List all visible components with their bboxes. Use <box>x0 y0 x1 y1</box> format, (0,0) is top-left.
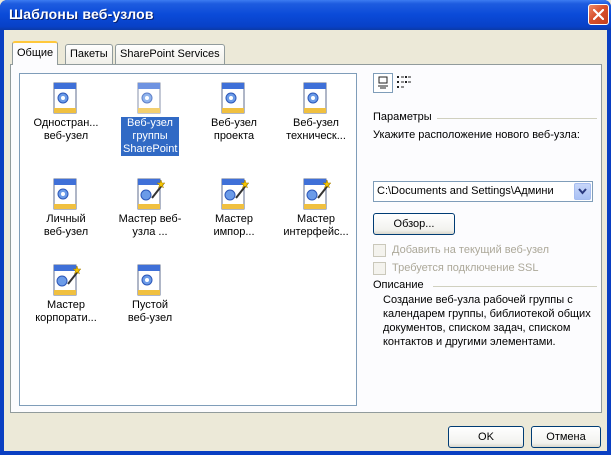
template-item[interactable]: Веб-узел проекта <box>192 82 276 143</box>
template-item[interactable]: Одностран... веб-узел <box>24 82 108 143</box>
wizard-icon <box>53 264 82 296</box>
template-item[interactable]: Пустой веб-узел <box>108 264 192 325</box>
page-icon <box>221 82 245 114</box>
wizard-icon <box>303 178 332 210</box>
browse-button-label: Обзор... <box>393 218 435 230</box>
chevron-down-icon <box>578 188 587 195</box>
template-item-selected[interactable]: Веб-узел группы SharePoint <box>108 82 192 156</box>
page-icon <box>53 178 77 210</box>
title-bar[interactable]: Шаблоны веб-узлов <box>0 0 611 30</box>
wizard-icon <box>221 178 250 210</box>
wizard-icon <box>137 178 166 210</box>
location-value: C:\Documents and Settings\Админи <box>377 185 554 197</box>
browse-button[interactable]: Обзор... <box>373 213 455 235</box>
tab-label: Пакеты <box>70 48 108 60</box>
dialog-client-area: Общие Пакеты SharePoint Services Одностр… <box>4 30 607 451</box>
description-text: Создание веб-узла рабочей группы с кален… <box>383 294 591 348</box>
template-label: Пустой веб-узел <box>127 299 173 324</box>
details-view-icon <box>397 76 411 88</box>
description-caption: Описание <box>373 279 424 291</box>
template-item[interactable]: Мастер интерфейс... <box>274 178 358 239</box>
ssl-checkbox[interactable] <box>373 262 386 275</box>
template-label: Веб-узел техническ... <box>286 117 346 142</box>
large-icons-view-button[interactable] <box>373 73 393 93</box>
template-item[interactable]: Мастер импор... <box>192 178 276 239</box>
add-to-current-label: Добавить на текущий веб-узел <box>392 244 550 256</box>
template-list[interactable]: Одностран... веб-узел Веб-узел группы Sh… <box>19 73 357 406</box>
template-label: Мастер веб-узла ... <box>118 213 182 238</box>
template-item[interactable]: Личный веб-узел <box>24 178 108 239</box>
tab-label: Общие <box>17 47 54 59</box>
cancel-button-label: Отмена <box>546 431 586 443</box>
tab-label: SharePoint Services <box>120 48 220 60</box>
template-label: Одностран... веб-узел <box>33 117 99 142</box>
page-icon <box>137 82 161 114</box>
ok-button[interactable]: OK <box>448 426 524 448</box>
tab-panel: Одностран... веб-узел Веб-узел группы Sh… <box>10 64 602 413</box>
template-item[interactable]: Веб-узел техническ... <box>274 82 358 143</box>
page-icon <box>303 82 327 114</box>
parameters-divider <box>437 118 597 119</box>
template-label: Веб-узел группы SharePoint <box>121 117 179 156</box>
template-item[interactable]: Мастер корпорати... <box>24 264 108 325</box>
page-icon <box>53 82 77 114</box>
add-to-current-checkbox[interactable] <box>373 244 386 257</box>
location-combobox[interactable]: C:\Documents and Settings\Админи <box>373 181 593 202</box>
details-view-button[interactable] <box>395 73 415 93</box>
page-icon <box>137 264 161 296</box>
template-label: Мастер корпорати... <box>35 299 97 324</box>
dropdown-arrow-button[interactable] <box>574 183 591 200</box>
description-divider <box>433 286 597 287</box>
template-label: Личный веб-узел <box>43 213 89 238</box>
template-label: Веб-узел проекта <box>211 117 257 142</box>
template-label: Мастер интерфейс... <box>283 213 349 238</box>
large-icons-view-icon <box>378 76 388 89</box>
ok-button-label: OK <box>478 431 494 443</box>
close-button[interactable] <box>588 4 609 25</box>
parameters-caption: Параметры <box>373 111 432 123</box>
ssl-label: Требуется подключение SSL <box>392 262 539 274</box>
tab-sharepoint-services[interactable]: SharePoint Services <box>115 44 225 64</box>
location-label: Укажите расположение нового веб-узла: <box>373 129 580 141</box>
cancel-button[interactable]: Отмена <box>531 426 601 448</box>
window-title: Шаблоны веб-узлов <box>9 6 154 22</box>
template-item[interactable]: Мастер веб-узла ... <box>108 178 192 239</box>
dialog-window: Шаблоны веб-узлов Общие Пакеты SharePoin… <box>0 0 611 455</box>
view-toggle-group <box>373 73 417 95</box>
tab-packages[interactable]: Пакеты <box>65 44 113 64</box>
tab-general[interactable]: Общие <box>12 41 59 65</box>
template-label: Мастер импор... <box>213 213 255 238</box>
